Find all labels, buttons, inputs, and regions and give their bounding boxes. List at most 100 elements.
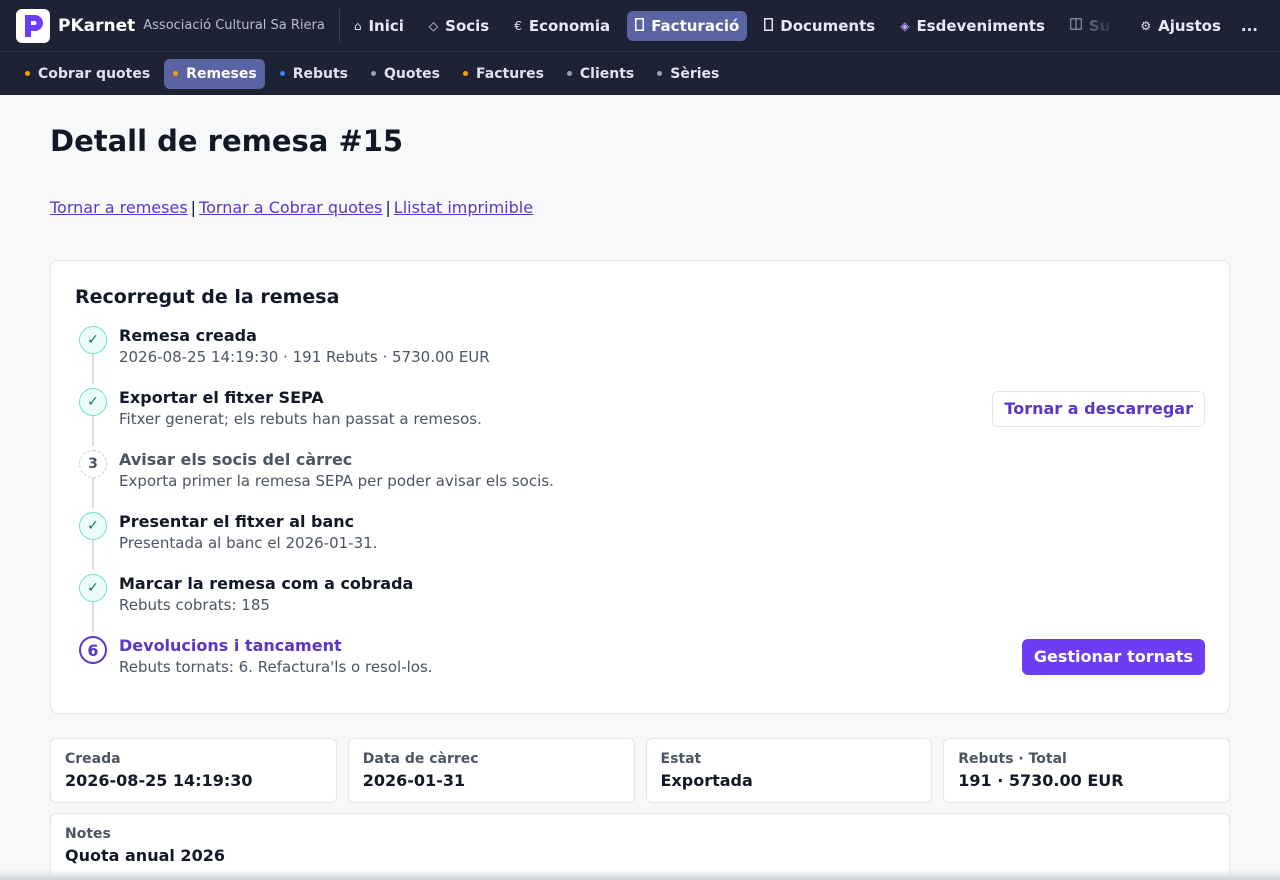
nav-item-socis[interactable]: ◇ Socis [421, 11, 497, 41]
step-title: Remesa creada [119, 326, 257, 345]
nav-overflow-fade [1085, 10, 1125, 40]
stat-value: 2026-08-25 14:19:30 [65, 771, 253, 790]
stat-label: Data de càrrec [362, 751, 479, 767]
nav-item-documents[interactable]: Documents [756, 11, 883, 41]
subnav-item-factures[interactable]: Factures [454, 59, 552, 89]
subnav-item-label: Rebuts [292, 65, 348, 82]
subnav-item-label: Factures [476, 65, 544, 82]
step-connector [92, 602, 94, 632]
page-title: Detall de remesa #15 [50, 124, 404, 158]
subnav-item-label: Sèries [670, 65, 720, 82]
nav-item-label: Esdeveniments [916, 16, 1045, 35]
step-body: Marcar la remesa com a cobrada Rebuts co… [119, 574, 413, 636]
stat-value: 191 · 5730.00 EUR [958, 771, 1124, 790]
top-navbar: PKarnet Associació Cultural Sa Riera ⌂ I… [0, 0, 1280, 51]
step-connector [92, 540, 94, 570]
home-icon: ⌂ [353, 18, 362, 33]
redownload-button[interactable]: Tornar a descarregar [992, 391, 1205, 427]
check-icon: ✓ [79, 512, 107, 540]
subnav-item-quotes[interactable]: Quotes [362, 59, 448, 89]
summary-stats: Creada 2026-08-25 14:19:30 Data de càrre… [50, 738, 1230, 803]
pkarnet-logo-icon [16, 8, 50, 43]
step-description: Rebuts tornats: 6. Refactura'ls o resol-… [119, 658, 433, 676]
step-title[interactable]: Devolucions i tancament [119, 636, 433, 656]
status-dot [279, 71, 285, 76]
invoice-icon [635, 17, 645, 34]
step-body: Avisar els socis del càrrec Exporta prim… [119, 450, 554, 512]
status-dot [173, 71, 179, 76]
subnav-item-cobrar-quotes[interactable]: Cobrar quotes [16, 59, 158, 89]
brand-name: PKarnet [58, 15, 136, 36]
subnav-item-label: Remeses [186, 65, 257, 82]
nav-item-label: Facturació [651, 16, 740, 35]
link-separator: | [190, 198, 197, 217]
status-dot [371, 71, 376, 76]
journey-step-created: ✓ Remesa creada 2026-08-25 14:19:30 · 19… [75, 326, 1205, 388]
main-content: Detall de remesa #15 Tornar a remeses | To… [0, 123, 1280, 878]
sub-navbar: Cobrar quotes Remeses Rebuts Quotes Fact… [0, 51, 1280, 95]
step-number-badge: 6 [79, 636, 107, 664]
step-description: 2026-08-25 14:19:30 · 191 Rebuts · 5730.… [119, 348, 490, 366]
step-description: Fitxer generat; els rebuts han passat a … [119, 410, 482, 428]
step-connector [92, 416, 94, 446]
step-title: Exportar el fitxer SEPA [119, 388, 324, 407]
step-action: Gestionar tornats [1021, 639, 1205, 675]
step-description: Rebuts cobrats: 185 [119, 596, 270, 614]
subnav-item-clients[interactable]: Clients [558, 59, 642, 89]
journey-steps: ✓ Remesa creada 2026-08-25 14:19:30 · 19… [75, 326, 1205, 698]
subnav-item-series[interactable]: Sèries [648, 59, 727, 89]
stat-label: Rebuts · Total [958, 751, 1067, 767]
document-icon [764, 17, 774, 34]
stat-value: 2026-01-31 [362, 771, 466, 790]
breadcrumb-links: Tornar a remeses | Tornar a Cobrar quotes |… [50, 196, 1230, 220]
stat-status: Estat Exportada [645, 738, 933, 803]
notes-value: Quota anual 2026 [65, 846, 225, 865]
step-title: Marcar la remesa com a cobrada [119, 574, 414, 593]
subnav-item-label: Quotes [384, 65, 441, 82]
check-icon: ✓ [79, 388, 107, 416]
stat-created: Creada 2026-08-25 14:19:30 [50, 738, 337, 803]
subnav-item-remeses[interactable]: Remeses [164, 58, 265, 89]
journey-step-returns-closure: 6 Devolucions i tancament Rebuts tornats… [75, 636, 1205, 698]
step-body: Devolucions i tancament Rebuts tornats: … [119, 636, 433, 698]
nav-item-ajustos[interactable]: ⚙ Ajustos [1132, 11, 1229, 41]
back-to-remittances-link[interactable]: Tornar a remeses [50, 198, 188, 217]
step-action: Tornar a descarregar [992, 391, 1205, 427]
nav-item-facturacio[interactable]: Facturació [627, 10, 748, 41]
nav-item-label: Economia [528, 16, 611, 35]
link-separator: | [385, 198, 391, 217]
manage-returns-button[interactable]: Gestionar tornats [1021, 639, 1205, 675]
nav-item-esdeveniments[interactable]: ◈ Esdeveniments [892, 11, 1053, 41]
event-icon: ◈ [900, 18, 910, 33]
step-description: Presentada al banc el 2026-01-31. [119, 534, 378, 552]
brand[interactable]: PKarnet Associació Cultural Sa Riera [16, 8, 325, 43]
nav-item-label: Socis [445, 16, 490, 35]
step-title: Presentar el fitxer al banc [119, 512, 355, 531]
subnav-item-label: Clients [579, 65, 635, 82]
step-description: Exporta primer la remesa SEPA per poder … [119, 472, 554, 490]
nav-item-label: Documents [780, 16, 876, 35]
journey-step-export-sepa: ✓ Exportar el fitxer SEPA Fitxer generat… [75, 388, 1205, 450]
check-icon: ✓ [79, 326, 107, 354]
step-number-badge: 3 [79, 450, 107, 478]
step-connector [92, 478, 94, 508]
status-dot [657, 71, 663, 76]
nav-item-label: Ajustos [1158, 16, 1221, 35]
journey-step-notify-members: 3 Avisar els socis del càrrec Exporta pr… [75, 450, 1205, 512]
check-icon: ✓ [79, 574, 107, 602]
printable-list-link[interactable]: Llistat imprimible [394, 198, 533, 217]
euro-icon: € [514, 18, 522, 33]
nav-item-inici[interactable]: ⌂ Inici [346, 11, 412, 41]
step-body: Presentar el fitxer al banc Presentada a… [119, 512, 377, 574]
subnav-item-rebuts[interactable]: Rebuts [271, 59, 356, 89]
notes-panel: Notes Quota anual 2026 [50, 813, 1230, 878]
gear-icon: ⚙ [1140, 18, 1152, 33]
nav-item-economia[interactable]: € Economia [506, 11, 618, 41]
journey-title: Recorregut de la remesa [75, 286, 340, 308]
more-menu-button[interactable]: ... [1233, 11, 1266, 41]
scroll-shadow [0, 870, 1280, 880]
stat-label: Creada [65, 751, 121, 767]
back-to-collect-fees-link[interactable]: Tornar a Cobrar quotes [199, 198, 382, 217]
journey-step-present-bank: ✓ Presentar el fitxer al banc Presentada… [75, 512, 1205, 574]
diamond-icon: ◇ [428, 18, 439, 33]
